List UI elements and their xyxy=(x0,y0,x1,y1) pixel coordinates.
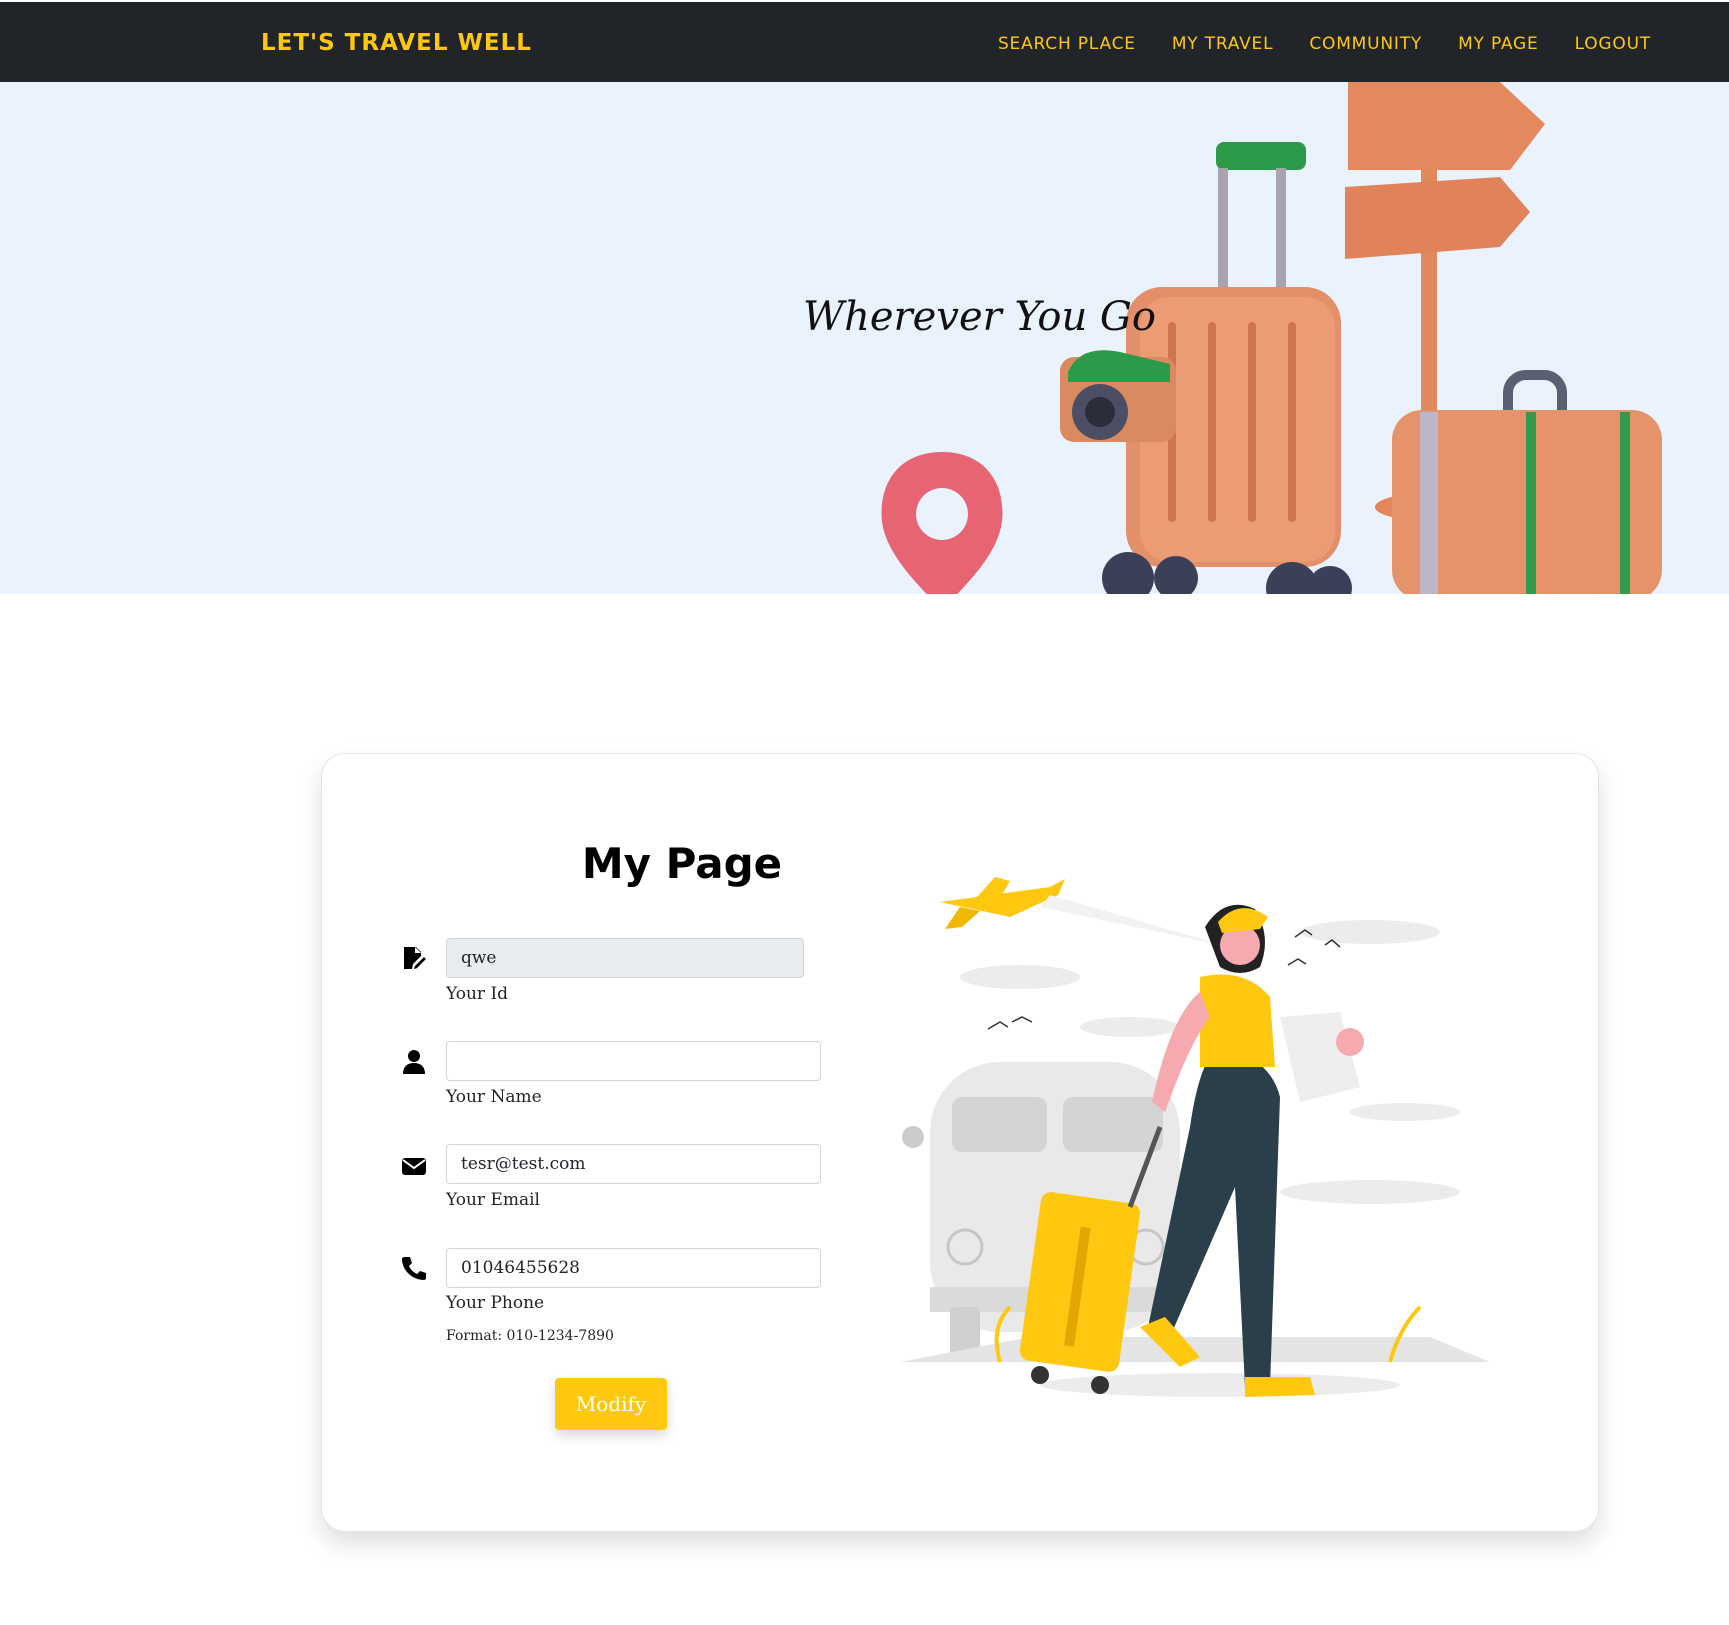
id-input[interactable] xyxy=(446,938,804,978)
nav-link-my-travel[interactable]: MY TRAVEL xyxy=(1172,30,1274,58)
email-input[interactable] xyxy=(446,1144,821,1184)
nav-links: SEARCH PLACE MY TRAVEL COMMUNITY MY PAGE… xyxy=(998,30,1651,58)
phone-label: Your Phone xyxy=(446,1293,545,1313)
page-title: My Page xyxy=(581,839,783,888)
modify-button[interactable]: Modify xyxy=(555,1378,667,1430)
phone-input[interactable] xyxy=(446,1248,821,1288)
user-icon xyxy=(403,1050,425,1074)
id-label: Your Id xyxy=(446,984,509,1004)
nav-link-logout[interactable]: LOGOUT xyxy=(1575,30,1651,58)
traveler-illustration xyxy=(900,877,1490,1397)
navbar: LET'S TRAVEL WELL SEARCH PLACE MY TRAVEL… xyxy=(0,2,1729,82)
envelope-icon xyxy=(402,1158,426,1175)
my-page-card: My Page Your Id Your Name Your Email You… xyxy=(321,753,1599,1532)
hero-banner: Wherever You Go xyxy=(0,82,1729,594)
name-label: Your Name xyxy=(446,1087,542,1107)
nav-link-search-place[interactable]: SEARCH PLACE xyxy=(998,30,1136,58)
phone-format-hint: Format: 010-1234-7890 xyxy=(446,1328,614,1344)
nav-link-community[interactable]: COMMUNITY xyxy=(1309,30,1422,58)
user-edit-icon xyxy=(404,947,428,972)
name-input[interactable] xyxy=(446,1041,821,1081)
email-label: Your Email xyxy=(446,1190,540,1210)
phone-icon xyxy=(402,1257,426,1280)
nav-link-my-page[interactable]: MY PAGE xyxy=(1458,30,1538,58)
hero-title: Wherever You Go xyxy=(803,294,1156,340)
brand-logo[interactable]: LET'S TRAVEL WELL xyxy=(261,26,532,60)
